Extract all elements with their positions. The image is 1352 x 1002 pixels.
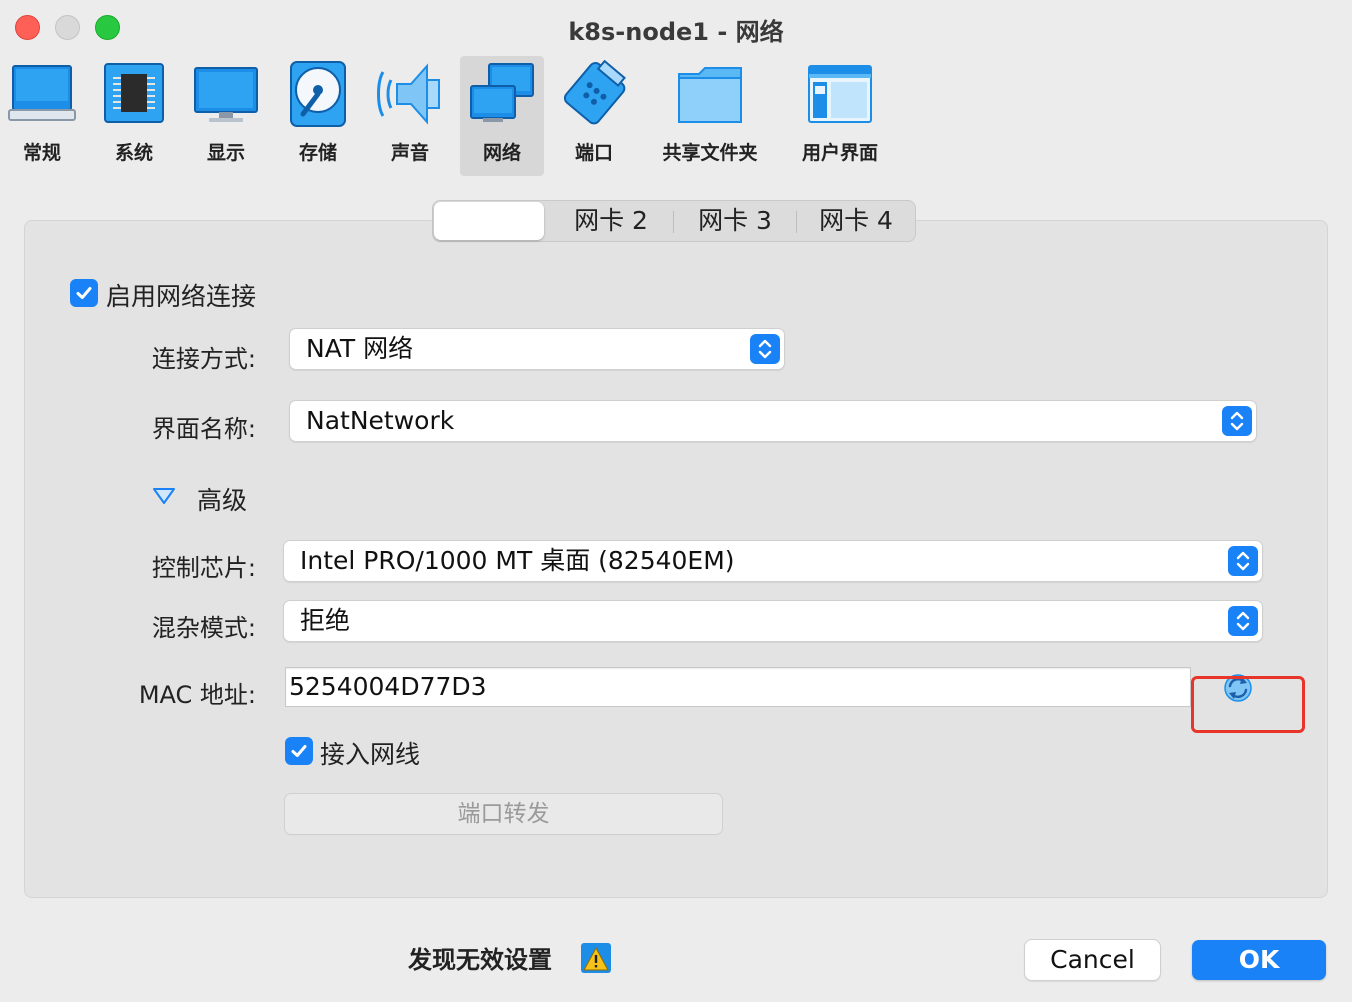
mac-address-value: 5254004D77D3 xyxy=(289,672,487,701)
attached-to-select[interactable]: NAT 网络 xyxy=(290,329,784,369)
interface-name-label: 界面名称: xyxy=(151,415,256,443)
settings-toolbar: 常规 系统 显示 存储 声音 网络 端口 共享文件夹 用户界面 xyxy=(0,56,1352,176)
enable-network-checkbox[interactable] xyxy=(70,279,98,307)
user-interface-icon xyxy=(808,65,872,123)
toolbar-item-general[interactable]: 常规 xyxy=(0,56,84,176)
toolbar-item-user-interface[interactable]: 用户界面 xyxy=(790,56,890,176)
interface-name-value: NatNetwork xyxy=(306,406,455,435)
toolbar-label: 共享文件夹 xyxy=(662,142,758,164)
general-icon xyxy=(8,65,76,121)
adapter-type-value: Intel PRO/1000 MT 桌面 (82540EM) xyxy=(300,546,735,575)
tab-adapter-2[interactable]: 网卡 2 xyxy=(549,201,673,241)
warning-icon[interactable] xyxy=(580,942,612,974)
checkmark-icon xyxy=(76,287,92,299)
tab-adapter-1[interactable] xyxy=(434,202,544,240)
network-icon xyxy=(470,63,534,122)
attached-to-label: 连接方式: xyxy=(151,345,256,373)
interface-name-select[interactable]: NatNetwork xyxy=(290,401,1256,441)
shared-folder-icon xyxy=(678,67,742,123)
select-arrows-icon xyxy=(1222,406,1252,436)
toolbar-item-shared-folders[interactable]: 共享文件夹 xyxy=(652,56,768,176)
select-arrows-icon xyxy=(1228,546,1258,576)
serial-port-icon xyxy=(563,60,626,125)
toolbar-item-network[interactable]: 网络 xyxy=(460,56,544,176)
toolbar-label: 端口 xyxy=(574,142,613,164)
system-chip-icon xyxy=(104,63,164,123)
invalid-settings-warning: 发现无效设置 xyxy=(408,946,552,974)
cancel-button[interactable]: Cancel xyxy=(1025,940,1160,980)
toolbar-item-ports[interactable]: 端口 xyxy=(552,56,636,176)
toolbar-label: 用户界面 xyxy=(801,142,878,164)
advanced-label[interactable]: 高级 xyxy=(197,481,247,517)
cable-connected-label: 接入网线 xyxy=(320,740,421,769)
toolbar-label: 声音 xyxy=(390,142,429,164)
mac-address-input[interactable]: 5254004D77D3 xyxy=(285,667,1191,707)
toolbar-item-audio[interactable]: 声音 xyxy=(368,56,452,176)
speaker-icon xyxy=(377,63,440,125)
ok-button[interactable]: OK xyxy=(1192,940,1326,980)
toolbar-label: 网络 xyxy=(482,142,521,164)
display-icon xyxy=(194,67,258,122)
title-bar: k8s-node1 - 网络 xyxy=(0,0,1352,56)
toolbar-label: 系统 xyxy=(114,142,153,164)
enable-network-label: 启用网络连接 xyxy=(106,282,257,311)
port-forwarding-button[interactable]: 端口转发 xyxy=(285,794,722,834)
promiscuous-mode-select[interactable]: 拒绝 xyxy=(284,601,1262,641)
promiscuous-mode-value: 拒绝 xyxy=(300,606,351,635)
promiscuous-mode-label: 混杂模式: xyxy=(151,614,256,642)
toolbar-label: 常规 xyxy=(22,142,61,164)
adapter-type-select[interactable]: Intel PRO/1000 MT 桌面 (82540EM) xyxy=(284,541,1262,581)
select-arrows-icon xyxy=(1228,606,1258,636)
cable-connected-checkbox[interactable] xyxy=(285,737,313,765)
settings-window: k8s-node1 - 网络 常规 系统 显示 存储 声音 网络 端口 共享文件… xyxy=(0,0,1352,1002)
toolbar-item-display[interactable]: 显示 xyxy=(184,56,268,176)
toolbar-item-system[interactable]: 系统 xyxy=(92,56,176,176)
disclosure-triangle-icon[interactable] xyxy=(151,486,177,506)
adapter-tabs: 网卡 2 网卡 3 网卡 4 xyxy=(432,200,916,242)
window-title: k8s-node1 - 网络 xyxy=(568,18,784,46)
tab-adapter-3[interactable]: 网卡 3 xyxy=(674,201,796,241)
toolbar-label: 显示 xyxy=(206,142,245,164)
checkmark-icon xyxy=(291,745,307,757)
select-arrows-icon xyxy=(750,334,780,364)
highlight-box xyxy=(1191,676,1305,733)
toolbar-label: 存储 xyxy=(298,142,337,164)
tab-adapter-4[interactable]: 网卡 4 xyxy=(797,201,915,241)
toolbar-item-storage[interactable]: 存储 xyxy=(276,56,360,176)
attached-to-value: NAT 网络 xyxy=(306,334,414,363)
adapter-type-label: 控制芯片: xyxy=(151,554,256,582)
storage-disk-icon xyxy=(290,61,346,127)
mac-address-label: MAC 地址: xyxy=(138,681,256,709)
